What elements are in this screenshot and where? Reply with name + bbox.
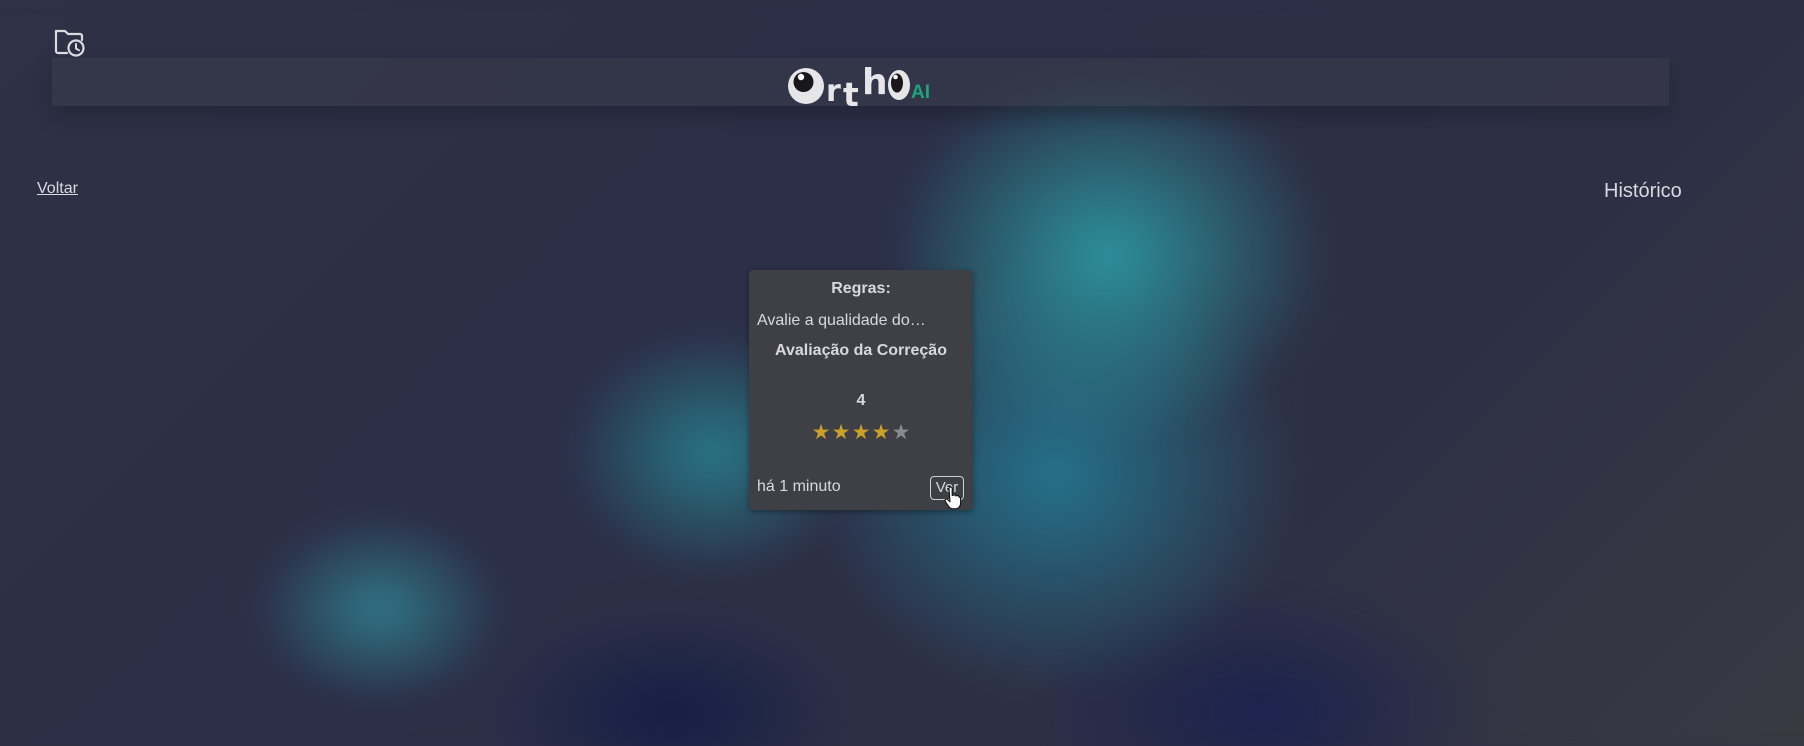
history-card: Regras: Avalie a qualidade dos… Avaliaçã… [749,270,973,510]
star-icon: ★ [871,421,891,444]
star-icon: ★ [811,421,831,444]
star-icon: ★ [851,421,871,444]
svg-text:r: r [826,74,841,109]
evaluation-title: Avaliação da Correção [775,342,947,359]
folder-clock-icon[interactable] [52,24,86,58]
relative-time: há 1 minuto [757,478,841,495]
rules-label: Regras: [831,280,891,297]
star-icon: ★ [891,421,911,444]
logo-ai-suffix: AI [911,82,930,103]
rules-text: Avalie a qualidade dos… [757,312,933,329]
star-rating: ★★★★★ [749,422,973,443]
back-link[interactable]: Voltar [37,180,78,198]
ortho-ai-logo: r t h AI [788,62,930,112]
svg-text:t: t [843,75,859,112]
score-value: 4 [856,392,866,409]
view-button[interactable]: Ver [930,476,964,500]
star-icon: ★ [831,421,851,444]
svg-text:h: h [862,62,888,103]
history-heading: Histórico [1604,180,1682,202]
